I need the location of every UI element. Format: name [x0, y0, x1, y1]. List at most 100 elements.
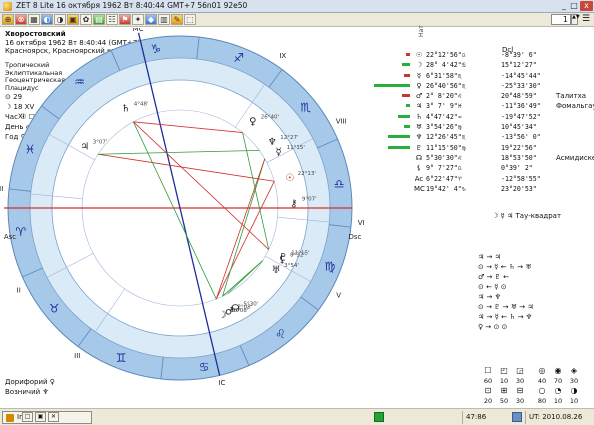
element-icon: ○ [538, 386, 546, 395]
planet-degree: 11°15' [287, 145, 305, 151]
planet-position: 3° 7' 9"♓ [426, 102, 462, 111]
planet-position: 19°42' 4"♑ [426, 184, 466, 193]
sign-glyph: ♉ [49, 301, 60, 315]
planet-position: 5°30'30"♌ [426, 153, 462, 162]
planet-glyph: ⚸ [416, 164, 422, 173]
element-value: 40 [537, 377, 547, 385]
element-value: 70 [553, 377, 563, 385]
aspect-chain-line: ♃ → ☿ ← ♄ → ♆ [478, 313, 533, 321]
planet-glyph: ⚸ [278, 255, 285, 266]
toolbar-button-14[interactable]: ✎ [171, 14, 183, 25]
sign-glyph: ♌ [275, 327, 286, 341]
bottom-left-info: Дорифорий ♀ Возничий ♆ [5, 377, 55, 397]
planet-degree: 26°40' [261, 114, 279, 120]
planet-degree: 9°07' [302, 197, 317, 203]
aspect-chain-line: ♃ → ♆ [478, 293, 501, 301]
planet-degree: 3°07' [93, 139, 108, 145]
planet-declination: 20°48'59" [501, 92, 537, 101]
element-icon: ⊡ [484, 386, 492, 395]
close-button[interactable]: x [580, 1, 593, 11]
toolbar-button-15[interactable]: ⬚ [184, 14, 196, 25]
planet-declination: -25°33'30" [501, 81, 541, 90]
task-maximize-button[interactable]: ▣ [35, 412, 46, 422]
element-icon: ◈ [570, 366, 578, 375]
planet-strength-bar [388, 145, 410, 149]
toolbar-button-2[interactable]: ⊗ [15, 14, 27, 25]
task-app-button[interactable]: In... [2, 411, 92, 424]
planet-declination: 10°45'34" [501, 123, 537, 132]
natal-chart-wheel[interactable]: ♈♉♊♋♌♍♎♏♐♑♒♓AscIIIIIICVVIDscVIIIIXMCXIXI… [0, 28, 380, 398]
toolbar-button-10[interactable]: ⚑ [119, 14, 131, 25]
planet-position: 28° 4'42"♋ [426, 61, 466, 70]
spin-arrows[interactable]: ▲▼ [571, 14, 580, 25]
element-value: 50 [499, 397, 509, 405]
toolbar-button-1[interactable]: ⊕ [2, 14, 14, 25]
status-indicator [374, 412, 384, 422]
planet-declination: 19°22'56" [501, 143, 537, 152]
app-task-icon [6, 414, 14, 422]
planet-glyph: ♀ [416, 81, 422, 90]
planet-strength-bar [374, 83, 410, 87]
house-label: VI [358, 219, 365, 227]
charioteer-row: Возничий ♆ [5, 388, 49, 396]
planet-glyph: ☊ [415, 153, 423, 162]
planet-glyph: Ac [414, 174, 424, 183]
spin-input[interactable]: 1 [551, 14, 571, 25]
minimize-button[interactable]: _ [559, 1, 569, 11]
toolbar-button-5[interactable]: ◑ [54, 14, 66, 25]
toolbar-button-4[interactable]: ◐ [41, 14, 53, 25]
sign-glyph: ♍ [325, 260, 336, 274]
planet-position: 4°47'42"♒ [426, 112, 462, 121]
planet-position: 2° 8'20"♌ [426, 92, 462, 101]
house-label: II [17, 286, 21, 294]
sign-glyph: ♈ [15, 225, 26, 239]
doryphory-row: Дорифорий ♀ [5, 378, 55, 386]
planet-degree: 8°32' [290, 253, 305, 259]
planet-declination: -19°47'52" [501, 112, 541, 121]
planet-degree: 3°54' [284, 263, 299, 269]
planet-declination: 0°39' 2" [501, 164, 533, 173]
taskbar: In... □ ▣ ✕ 47:86 UT: 2010.08.26 21:09:2… [0, 408, 594, 425]
window-title: ZET 8 Lite 16 октября 1962 Вт 8:40:44 GM… [16, 1, 248, 10]
house-label: IC [218, 379, 225, 387]
toolbar-button-8[interactable]: ▤ [93, 14, 105, 25]
planet-declination: -14°45'44" [501, 71, 541, 80]
toolbar: ⊕ ⊗ ▦ ◐ ◑ ▣ ✿ ▤ ☷ ⚑ ✦ ◆ ▥ ✎ ⬚ 1 ▲▼ ☰ [0, 13, 594, 27]
planet-degree: 12°27' [280, 135, 298, 141]
planet-position: 6°31'58"♏ [426, 71, 462, 80]
planet-position: 11°15'50"♍ [426, 143, 466, 152]
planet-declination: -12°58'55" [501, 174, 541, 183]
planet-strength-bar [406, 104, 410, 108]
house-label: V [336, 291, 341, 299]
toolbar-button-3[interactable]: ▦ [28, 14, 40, 25]
toolbar-button-7[interactable]: ✿ [80, 14, 92, 25]
sign-glyph: ♎ [334, 177, 345, 191]
toolbar-button-11[interactable]: ✦ [132, 14, 144, 25]
aspect-chain-line: ♂ → ♇ ← [478, 273, 509, 281]
task-restore-button[interactable]: □ [22, 412, 33, 422]
planet-position: 12°26'45"♏ [426, 133, 466, 142]
title-bar: ZET 8 Lite 16 октября 1962 Вт 8:40:44 GM… [0, 0, 594, 13]
planet-glyph: ♄ [415, 112, 423, 121]
planet-glyph: ♀ [249, 116, 256, 127]
toolbar-button-12[interactable]: ◆ [145, 14, 157, 25]
planet-strength-bar [388, 135, 410, 139]
element-value: 80 [537, 397, 547, 405]
toolbar-button-9[interactable]: ☷ [106, 14, 118, 25]
house-label: Dsc [349, 233, 362, 241]
planet-glyph: ♄ [121, 104, 130, 115]
menu-icon[interactable]: ☰ [582, 15, 590, 24]
toolbar-button-13[interactable]: ▥ [158, 14, 170, 25]
planet-glyph: ☉ [285, 173, 294, 184]
planet-degree: 4°48' [134, 102, 149, 108]
house-label: Asc [4, 233, 16, 241]
maximize-button[interactable]: □ [569, 1, 579, 11]
planet-glyph: ♆ [268, 137, 277, 148]
planet-declination: 18°53'50" [501, 153, 537, 162]
task-close-button[interactable]: ✕ [48, 412, 59, 422]
planet-position: 6°22'47"♈ [426, 174, 462, 183]
sign-glyph: ♒ [74, 75, 85, 89]
element-icon: ◑ [570, 386, 578, 395]
aspect-chain-line: ♀ → ⊙ ⊙ [478, 323, 508, 331]
toolbar-button-6[interactable]: ▣ [67, 14, 79, 25]
